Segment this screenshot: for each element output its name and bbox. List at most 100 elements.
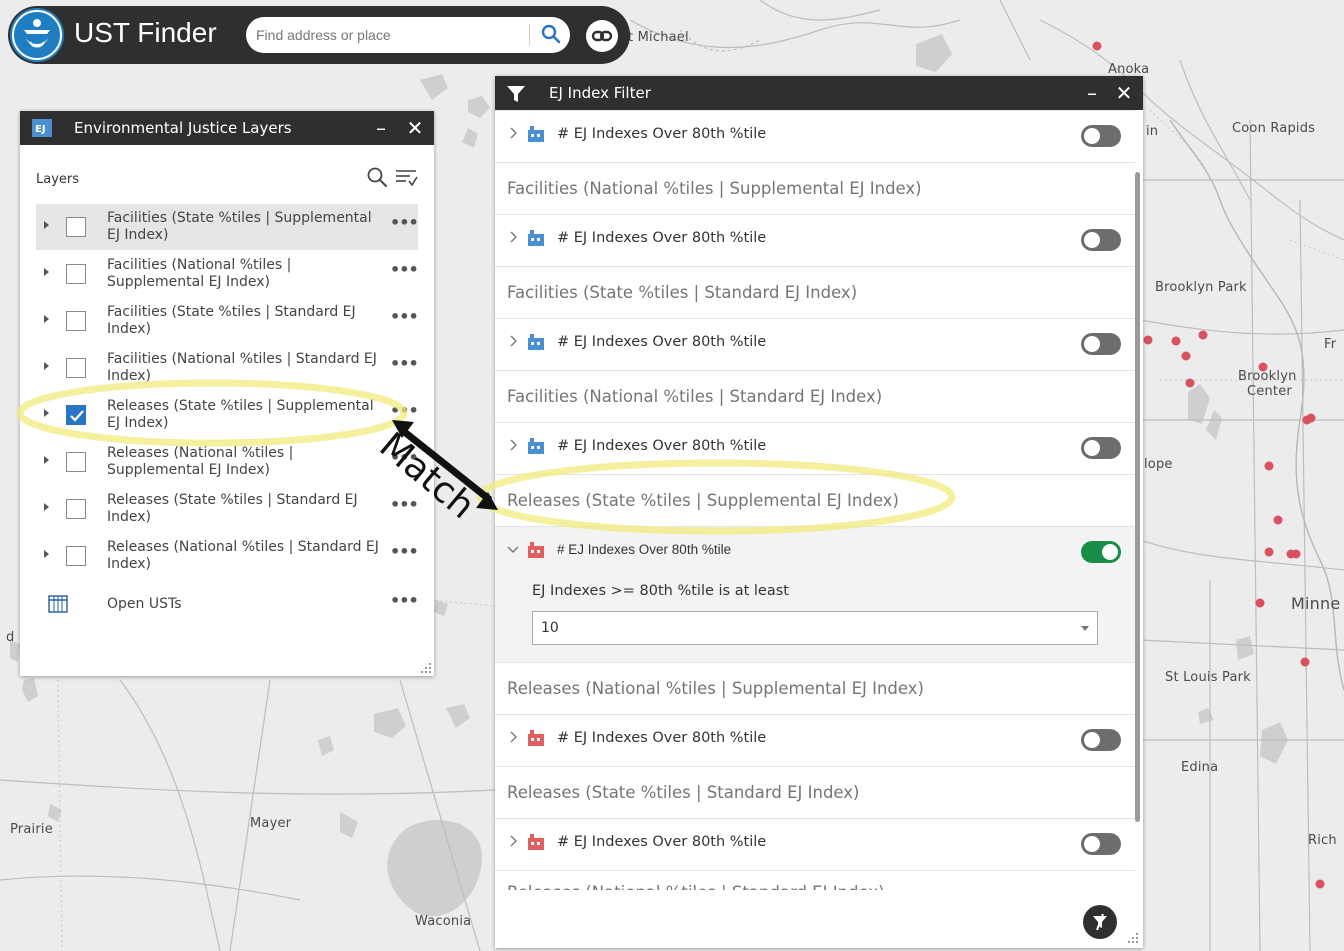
layer-visibility-checkbox[interactable]: [66, 311, 86, 331]
toggle-knob: [1084, 128, 1100, 144]
layer-options-icon[interactable]: [394, 166, 418, 190]
layer-row[interactable]: Facilities (State %tiles | Supplemental …: [36, 204, 419, 250]
filter-group-title: Releases (State %tiles | Standard EJ Ind…: [495, 766, 1135, 818]
app-header: UST Finder: [8, 6, 630, 64]
filter-toggle[interactable]: [1081, 333, 1121, 355]
more-options-button[interactable]: •••: [390, 308, 419, 332]
filter-group-title-text: Releases (National %tiles | Standard EJ …: [507, 883, 885, 890]
filter-list-scrollbar[interactable]: [1135, 172, 1140, 822]
more-options-button[interactable]: •••: [390, 355, 419, 379]
filter-toggle[interactable]: [1081, 729, 1121, 751]
map-label-coon-rapids: Coon Rapids: [1232, 121, 1316, 136]
filter-toggle[interactable]: [1081, 833, 1121, 855]
layer-row[interactable]: Facilities (State %tiles | Standard EJ I…: [36, 298, 419, 344]
close-button[interactable]: ✕: [402, 114, 428, 142]
layer-row[interactable]: Releases (National %tiles | Standard EJ …: [36, 533, 419, 579]
layer-name: Facilities (National %tiles | Standard E…: [107, 351, 377, 384]
chevron-down-icon[interactable]: [505, 541, 521, 557]
more-options-button[interactable]: •••: [390, 592, 419, 616]
layer-visibility-checkbox[interactable]: [66, 264, 86, 284]
search-input[interactable]: [256, 23, 520, 47]
chevron-right-icon[interactable]: [505, 229, 521, 245]
ej-index-filter-header[interactable]: EJ Index Filter – ✕: [495, 76, 1143, 110]
layer-row[interactable]: Facilities (National %tiles | Standard E…: [36, 345, 419, 391]
more-options-button[interactable]: •••: [390, 543, 419, 567]
layer-row[interactable]: Releases (National %tiles | Supplemental…: [36, 439, 419, 485]
close-button[interactable]: ✕: [1111, 79, 1137, 107]
app-title: UST Finder: [74, 17, 217, 48]
release-point[interactable]: [1273, 515, 1283, 525]
share-link-button[interactable]: [586, 20, 618, 52]
more-options-button[interactable]: •••: [390, 214, 419, 238]
filter-row[interactable]: # EJ Indexes Over 80th %tile: [495, 714, 1135, 766]
ej-layers-panel-header[interactable]: EJ Environmental Justice Layers – ✕: [20, 111, 434, 145]
release-point[interactable]: [1302, 415, 1312, 425]
expand-caret-icon[interactable]: [44, 315, 49, 323]
release-point[interactable]: [1198, 330, 1208, 340]
expand-caret-icon[interactable]: [44, 409, 49, 417]
filter-row[interactable]: # EJ Indexes Over 80th %tile: [495, 318, 1135, 370]
resize-handle-icon[interactable]: [1127, 932, 1139, 944]
filter-toggle[interactable]: [1081, 125, 1121, 147]
release-point[interactable]: [1300, 657, 1310, 667]
filter-row[interactable]: # EJ Indexes Over 80th %tile: [495, 110, 1135, 162]
layer-visibility-checkbox[interactable]: [66, 452, 86, 472]
chevron-right-icon[interactable]: [505, 333, 521, 349]
chevron-right-icon[interactable]: [505, 729, 521, 745]
search-icon[interactable]: [366, 166, 388, 188]
release-point[interactable]: [1181, 351, 1191, 361]
release-point[interactable]: [1315, 879, 1325, 889]
chevron-right-icon[interactable]: [505, 437, 521, 453]
filter-toggle[interactable]: [1081, 229, 1121, 251]
layer-row[interactable]: Releases (State %tiles | Standard EJ Ind…: [36, 486, 419, 532]
more-options-button[interactable]: •••: [390, 496, 419, 520]
layer-row[interactable]: Facilities (National %tiles | Supplement…: [36, 251, 419, 297]
chevron-right-icon[interactable]: [505, 125, 521, 141]
release-point[interactable]: [1092, 41, 1102, 51]
map-label-mayer: Mayer: [250, 816, 292, 831]
filter-row[interactable]: # EJ Indexes Over 80th %tile: [495, 214, 1135, 266]
minimize-button[interactable]: –: [368, 114, 394, 142]
layer-name: Facilities (National %tiles | Supplement…: [107, 257, 292, 290]
map-label-minneapolis: Minne: [1291, 594, 1341, 613]
chevron-right-icon[interactable]: [505, 833, 521, 849]
release-layer-icon: [528, 834, 544, 850]
layer-visibility-checkbox[interactable]: [66, 217, 86, 237]
search-button[interactable]: [536, 20, 566, 50]
release-point[interactable]: [1264, 461, 1274, 471]
filter-toggle[interactable]: [1081, 437, 1121, 459]
filter-row[interactable]: # EJ Indexes Over 80th %tile: [495, 422, 1135, 474]
release-point[interactable]: [1255, 598, 1265, 608]
expand-caret-icon[interactable]: [44, 362, 49, 370]
layer-visibility-checkbox[interactable]: [66, 358, 86, 378]
expand-caret-icon[interactable]: [44, 503, 49, 511]
layer-row[interactable]: Releases (State %tiles | Supplemental EJ…: [36, 392, 419, 438]
release-point[interactable]: [1264, 547, 1274, 557]
expand-caret-icon[interactable]: [44, 456, 49, 464]
filter-label: # EJ Indexes Over 80th %tile: [557, 834, 767, 850]
table-icon: [48, 595, 68, 613]
layer-visibility-checkbox[interactable]: [66, 405, 86, 425]
expand-caret-icon[interactable]: [44, 268, 49, 276]
more-options-button[interactable]: •••: [390, 402, 419, 426]
clear-filters-button[interactable]: [1083, 905, 1117, 939]
toggle-knob: [1084, 836, 1100, 852]
release-layer-icon: [528, 730, 544, 746]
layer-visibility-checkbox[interactable]: [66, 499, 86, 519]
expand-caret-icon[interactable]: [44, 221, 49, 229]
expand-caret-icon[interactable]: [44, 550, 49, 558]
filter-row[interactable]: # EJ Indexes Over 80th %tile EJ Indexes >…: [495, 526, 1135, 662]
release-point[interactable]: [1171, 336, 1181, 346]
condition-value-select[interactable]: 10: [532, 611, 1098, 645]
more-options-button[interactable]: •••: [390, 261, 419, 285]
filter-toggle[interactable]: [1081, 541, 1121, 563]
layers-section-label: Layers: [36, 172, 80, 187]
release-point[interactable]: [1143, 335, 1153, 345]
release-point[interactable]: [1291, 549, 1301, 559]
layer-visibility-checkbox[interactable]: [66, 546, 86, 566]
release-point[interactable]: [1185, 378, 1195, 388]
filter-row[interactable]: # EJ Indexes Over 80th %tile: [495, 818, 1135, 870]
minimize-button[interactable]: –: [1079, 79, 1105, 107]
layer-row-open-usts[interactable]: Open USTs •••: [36, 582, 419, 628]
resize-handle-icon[interactable]: [420, 662, 432, 674]
